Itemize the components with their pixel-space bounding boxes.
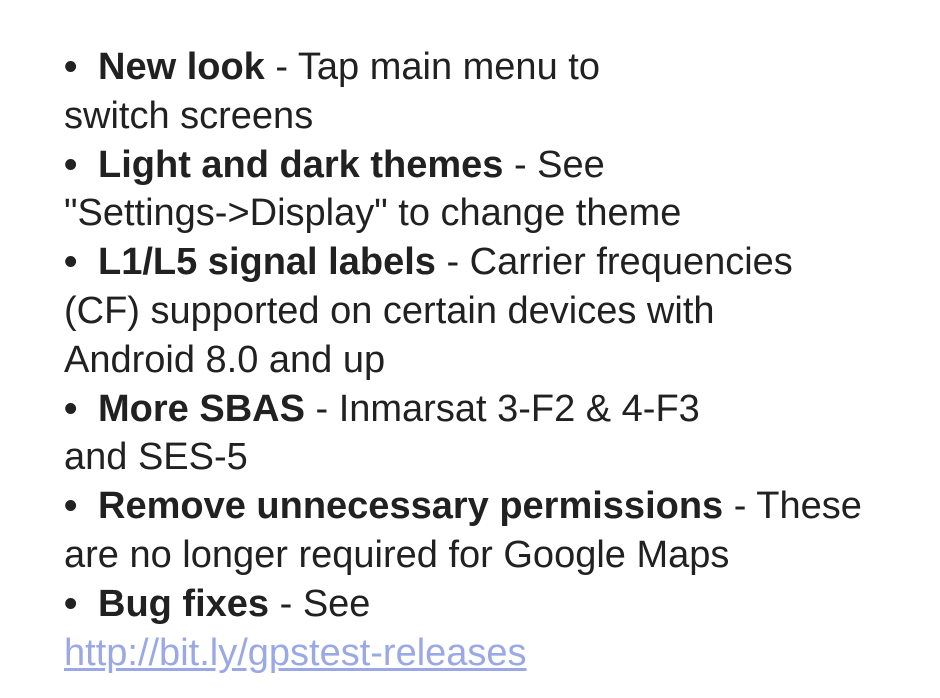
release-note-text: Android 8.0 and up <box>64 338 386 381</box>
release-note-text: - Tap main menu to <box>264 46 600 88</box>
release-note-text: - Carrier frequencies <box>435 241 793 284</box>
release-note-text: - See <box>269 582 371 625</box>
release-note-text: "Settings->Display" to change theme <box>64 192 682 235</box>
release-note-title: New look <box>98 46 265 88</box>
bullet-icon: • <box>64 241 78 284</box>
release-note-new-look: • New look - Tap main menu to switch scre… <box>64 43 924 141</box>
release-note-title: Light and dark themes <box>98 143 504 186</box>
bullet-icon: • <box>64 143 78 186</box>
release-note-text: switch screens <box>64 94 314 137</box>
release-note-themes: • Light and dark themes - See "Settings->… <box>64 141 924 239</box>
release-note-signal-labels: • L1/L5 signal labels - Carrier frequenci… <box>64 238 924 384</box>
release-note-bug-fixes: • Bug fixes - See http://bit.ly/gpstest-r… <box>64 580 924 678</box>
release-note-text: - See <box>503 143 605 186</box>
bullet-icon: • <box>64 46 78 88</box>
release-notes: • New look - Tap main menu to switch scre… <box>64 43 924 677</box>
bullet-icon: • <box>64 485 78 528</box>
release-note-title: L1/L5 signal labels <box>98 241 436 284</box>
release-note-title: Remove unnecessary permissions <box>98 485 724 528</box>
releases-link[interactable]: http://bit.ly/gpstest-releases <box>64 632 527 674</box>
release-note-permissions: • Remove unnecessary permissions - These … <box>64 482 924 580</box>
release-note-text: and SES-5 <box>64 436 248 479</box>
release-note-text: - These <box>723 485 862 528</box>
release-note-text: (CF) supported on certain devices with <box>64 289 715 332</box>
release-note-title: More SBAS <box>98 387 305 430</box>
bullet-icon: • <box>64 387 78 430</box>
release-note-sbas: • More SBAS - Inmarsat 3-F2 & 4-F3 and SE… <box>64 385 924 483</box>
bullet-icon: • <box>64 582 78 625</box>
release-note-title: Bug fixes <box>98 582 270 625</box>
release-note-text: - Inmarsat 3-F2 & 4-F3 <box>304 387 700 430</box>
release-note-text: are no longer required for Google Maps <box>64 533 730 576</box>
